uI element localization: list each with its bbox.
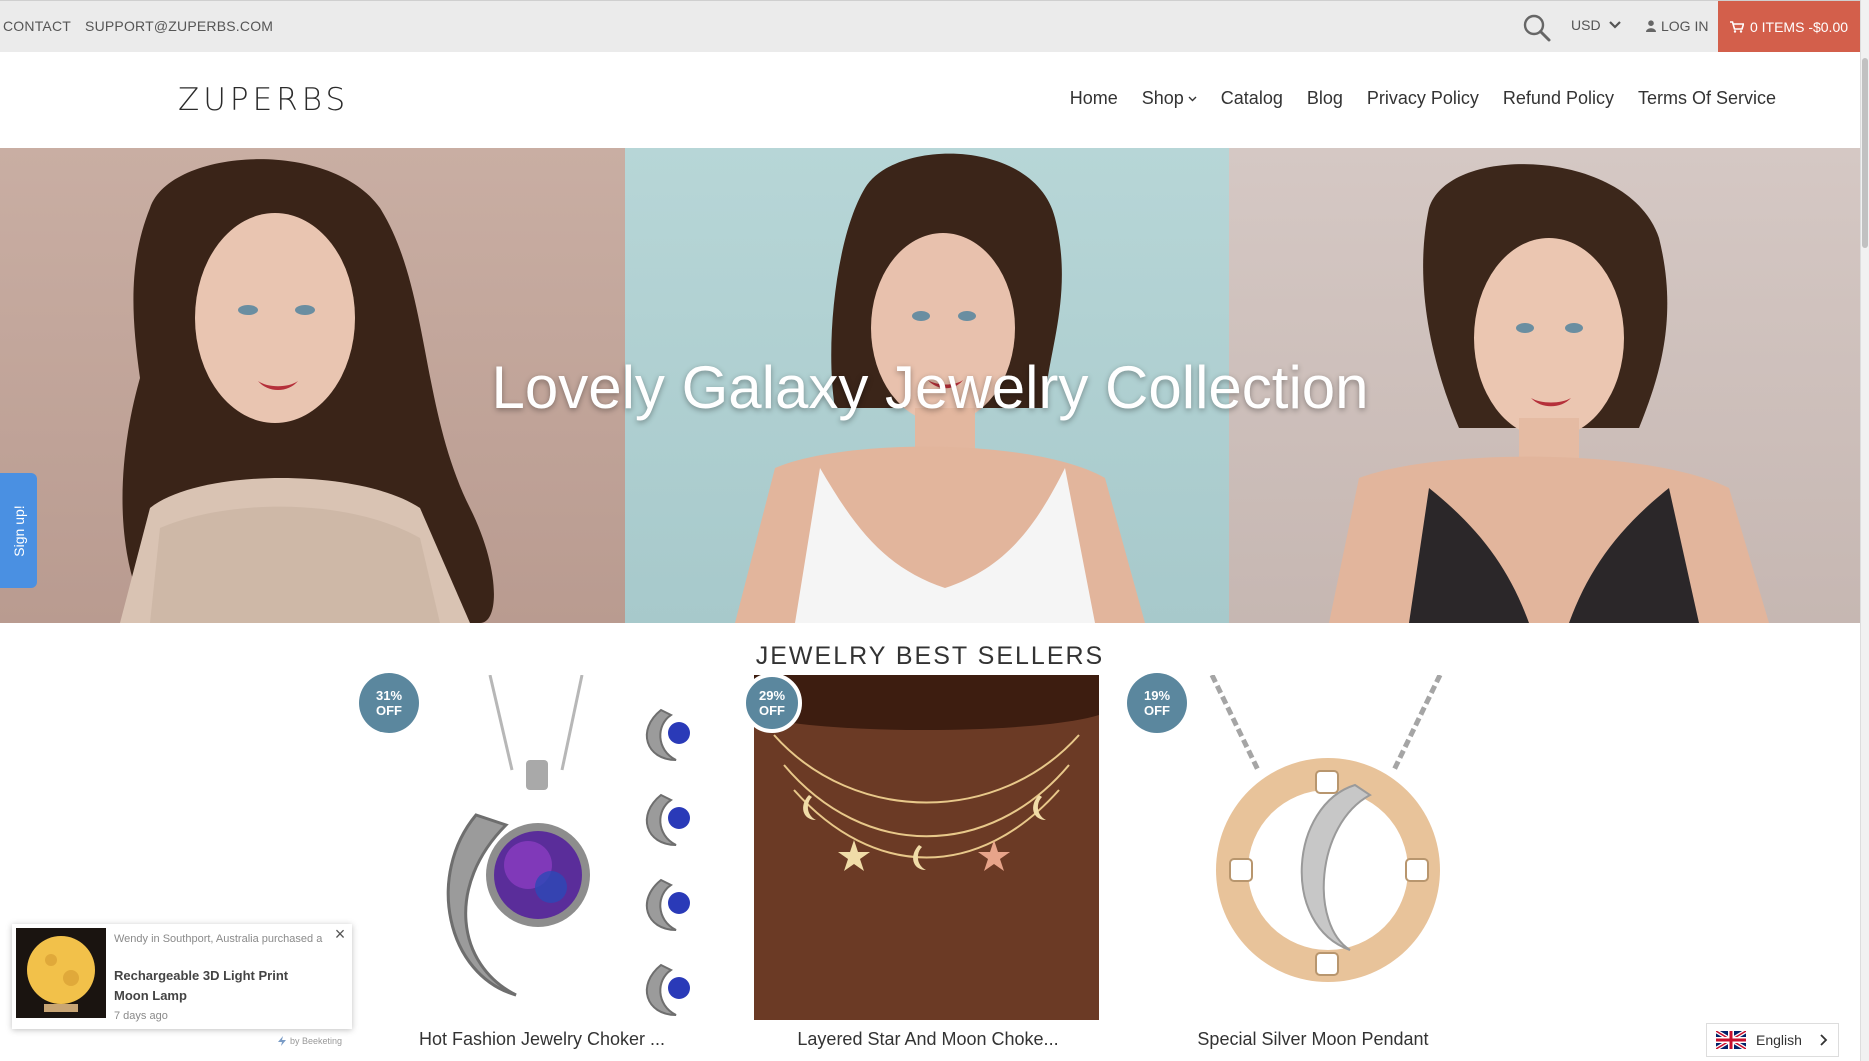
login-link[interactable]: LOG IN [1646,18,1708,34]
sales-notification-popup[interactable]: Wendy in Southport, Australia purchased … [12,924,352,1029]
discount-badge: 29% OFF [742,673,802,733]
signup-tab[interactable]: Sign up! [0,473,37,588]
support-email-link[interactable]: SUPPORT@ZUPERBS.COM [85,18,273,34]
discount-percent: 19% [1143,688,1171,703]
product-card-star-moon-choker[interactable] [754,675,1099,1020]
user-icon [1646,20,1656,32]
chevron-down-icon [1188,96,1197,101]
close-icon[interactable]: × [330,924,350,944]
discount-off: OFF [759,703,785,718]
product-image[interactable] [366,675,711,1020]
currency-selector[interactable]: USD [1571,17,1621,33]
search-icon[interactable] [1522,13,1552,43]
nav-blog[interactable]: Blog [1307,88,1343,109]
product-card-galaxy-choker[interactable] [366,675,711,1020]
chevron-right-icon [1820,1034,1828,1046]
language-selector[interactable]: English [1706,1023,1839,1057]
product-title[interactable]: Layered Star And Moon Choke... [728,1029,1128,1050]
product-title[interactable]: Special Silver Moon Pendant [1113,1029,1513,1050]
currency-value: USD [1571,17,1601,33]
discount-badge: 19% OFF [1127,673,1187,733]
nav-shop[interactable]: Shop [1142,88,1197,109]
nav-terms-of-service[interactable]: Terms Of Service [1638,88,1776,109]
notification-byline: by Beeketing [277,1036,342,1046]
scrollbar-thumb[interactable] [1862,58,1868,248]
uk-flag-icon [1716,1031,1746,1049]
discount-percent: 31% [375,688,403,703]
product-image[interactable] [754,675,1099,1020]
notification-time: 7 days ago [114,1010,168,1022]
discount-off: OFF [376,703,402,718]
bolt-icon [278,1036,286,1046]
nav-home[interactable]: Home [1070,88,1118,109]
login-label: LOG IN [1661,18,1709,34]
cart-label: 0 ITEMS -$0.00 [1749,19,1849,35]
notification-product-name[interactable]: Rechargeable 3D Light Print Moon Lamp [114,966,324,1006]
nav-privacy-policy[interactable]: Privacy Policy [1367,88,1479,109]
notification-buyer: Wendy in Southport, Australia purchased … [114,933,323,945]
nav-catalog[interactable]: Catalog [1221,88,1283,109]
discount-percent: 29% [758,688,786,703]
cart-icon [1729,21,1744,33]
top-bar: CONTACT SUPPORT@ZUPERBS.COM USD LOG IN 0… [0,0,1860,53]
nav-shop-label: Shop [1141,88,1184,108]
hero-banner[interactable]: Lovely Galaxy Jewelry Collection [0,148,1860,623]
discount-badge: 31% OFF [359,673,419,733]
hero-title: Lovely Galaxy Jewelry Collection [491,354,1369,421]
best-sellers-title: JEWELRY BEST SELLERS [755,642,1105,670]
notification-byline-text: by Beeketing [290,1036,343,1046]
product-title[interactable]: Hot Fashion Jewelry Choker ... [342,1029,742,1050]
nav-refund-policy[interactable]: Refund Policy [1503,88,1614,109]
main-nav: Home Shop Catalog Blog Privacy Policy Re… [1070,88,1776,109]
site-header: ZUPERBS Home Shop Catalog Blog Privacy P… [0,52,1860,148]
contact-link[interactable]: CONTACT [3,18,71,34]
top-bar-left: CONTACT SUPPORT@ZUPERBS.COM [3,18,273,34]
notification-product-image[interactable] [16,928,106,1018]
product-image[interactable] [1140,675,1485,1020]
cart-button[interactable]: 0 ITEMS -$0.00 [1718,1,1860,53]
discount-off: OFF [1144,703,1170,718]
product-card-silver-moon-pendant[interactable] [1140,675,1485,1020]
language-label: English [1756,1032,1802,1048]
site-logo[interactable]: ZUPERBS [178,82,349,118]
signup-tab-label: Sign up! [10,504,27,557]
chevron-down-icon [1608,21,1621,29]
page-scrollbar[interactable] [1860,0,1869,1061]
